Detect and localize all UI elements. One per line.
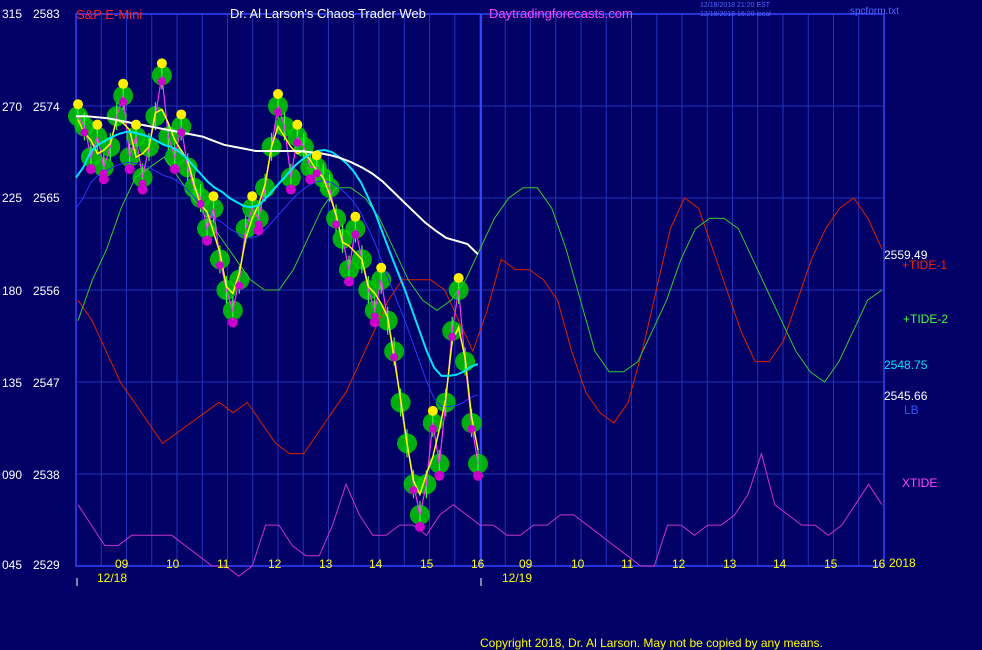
y-label-left: 135	[2, 376, 23, 390]
data-file: spcform.txt	[850, 6, 899, 17]
low-dot	[409, 486, 418, 495]
high-dot	[156, 58, 167, 69]
site-title: Dr. Al Larson's Chaos Trader Web	[230, 6, 426, 21]
low-dot	[196, 200, 205, 208]
high-dot	[292, 119, 303, 130]
y-label-price: 2583	[33, 7, 60, 21]
ma-fast-value: 2548.75	[884, 358, 928, 372]
x-tick-label: 13	[723, 557, 737, 571]
x-tick-label: 12	[672, 557, 686, 571]
date-label: 12/19	[502, 571, 533, 585]
low-dot	[124, 164, 135, 175]
high-dot	[92, 119, 103, 130]
x-tick-label: 12	[268, 557, 282, 571]
low-dot	[370, 312, 379, 321]
lb-value: 2545.66	[884, 389, 928, 403]
tide1-label: +TIDE-1	[902, 258, 948, 272]
timestamp-1: 12/18/2018 21:20 EST	[700, 2, 771, 9]
y-label-price: 2574	[33, 100, 60, 114]
y-label-left: 225	[2, 191, 23, 205]
y-label-price: 2565	[33, 191, 60, 205]
chart	[0, 0, 982, 650]
lb-label: LB	[904, 403, 919, 417]
low-dot	[343, 276, 354, 287]
low-dot	[235, 281, 244, 290]
x-tick-label: 11	[217, 557, 230, 571]
y-label-price: 2556	[33, 284, 60, 298]
high-dot	[208, 191, 219, 202]
x-tick-label: 09	[115, 557, 129, 571]
low-dot	[332, 220, 341, 229]
low-dot	[285, 184, 296, 195]
high-dot	[131, 119, 142, 130]
low-dot	[434, 470, 445, 481]
low-dot	[351, 230, 360, 239]
low-dot	[177, 128, 186, 137]
high-dot	[453, 273, 464, 283]
y-label-left: 045	[2, 558, 23, 572]
x-tick-label: 11	[621, 557, 634, 571]
y-label-left: 270	[2, 100, 23, 114]
chart-background	[0, 0, 982, 650]
low-dot	[99, 169, 108, 178]
high-dot	[311, 150, 322, 161]
low-dot	[274, 108, 282, 116]
timestamp-2: 12/18/2018 16:20 local	[700, 11, 771, 18]
low-dot	[254, 220, 263, 229]
low-dot	[227, 317, 238, 328]
site-url: Daytradingforecasts.com	[489, 6, 633, 21]
low-dot	[293, 138, 302, 147]
copyright: Copyright 2018, Dr. Al Larson. May not b…	[480, 636, 823, 650]
y-label-left: 180	[2, 284, 23, 298]
high-dot	[350, 211, 361, 222]
tide2-label: +TIDE-2	[903, 312, 949, 326]
year-label: 2018	[889, 556, 916, 570]
date-label: 12/18	[97, 571, 128, 585]
x-tick-label: 15	[420, 557, 434, 571]
x-tick-label: 16	[872, 557, 886, 571]
low-dot	[390, 353, 399, 362]
low-dot	[157, 77, 166, 86]
low-dot	[467, 424, 476, 433]
x-tick-label: 14	[773, 557, 787, 571]
low-dot	[119, 97, 128, 106]
high-dot	[118, 78, 129, 89]
x-tick-label: 10	[571, 557, 585, 571]
y-label-left: 090	[2, 468, 23, 482]
instrument-title: S&P E-Mini	[76, 7, 143, 22]
low-dot	[448, 332, 457, 341]
high-dot	[73, 99, 83, 110]
x-tick-label: 16	[471, 557, 485, 571]
y-label-price: 2529	[33, 558, 60, 572]
high-dot	[247, 191, 258, 202]
low-dot	[80, 128, 89, 137]
low-dot	[473, 470, 483, 481]
low-dot	[138, 179, 147, 188]
xtide-label: XTIDE	[902, 476, 938, 490]
x-tick-label: 13	[319, 557, 333, 571]
x-tick-label: 14	[369, 557, 383, 571]
high-dot	[273, 89, 283, 99]
low-dot	[312, 169, 321, 178]
x-tick-label: 09	[519, 557, 533, 571]
high-dot	[376, 262, 387, 273]
high-dot	[427, 405, 438, 416]
low-dot	[428, 424, 437, 433]
y-label-price: 2547	[33, 376, 60, 390]
low-dot	[202, 235, 213, 246]
low-dot	[414, 521, 425, 532]
y-label-left: 315	[2, 7, 23, 21]
low-dot	[85, 164, 96, 175]
x-tick-label: 15	[824, 557, 838, 571]
x-tick-label: 10	[166, 557, 180, 571]
low-dot	[169, 164, 180, 175]
high-dot	[176, 109, 187, 120]
low-dot	[215, 261, 224, 270]
y-label-price: 2538	[33, 468, 60, 482]
